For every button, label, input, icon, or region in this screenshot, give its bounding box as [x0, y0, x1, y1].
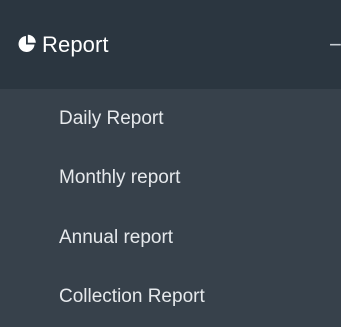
submenu-item-annual-report[interactable]: Annual report	[0, 208, 341, 268]
report-submenu: Daily Report Monthly report Annual repor…	[0, 89, 341, 327]
submenu-item-label: Annual report	[59, 226, 174, 248]
submenu-item-label: Collection Report	[59, 286, 205, 308]
report-menu-label: Report	[42, 31, 109, 57]
report-menu-header[interactable]: Report −	[0, 0, 341, 89]
submenu-item-daily-report[interactable]: Daily Report	[0, 89, 341, 149]
collapse-icon[interactable]: −	[329, 0, 341, 89]
submenu-item-label: Monthly report	[59, 167, 181, 189]
submenu-item-label: Daily Report	[59, 107, 164, 129]
submenu-item-monthly-report[interactable]: Monthly report	[0, 149, 341, 209]
sidebar-menu: Report − Daily Report Monthly report Ann…	[0, 0, 341, 329]
pie-chart-icon	[17, 34, 37, 54]
submenu-item-collection-report[interactable]: Collection Report	[0, 268, 341, 328]
